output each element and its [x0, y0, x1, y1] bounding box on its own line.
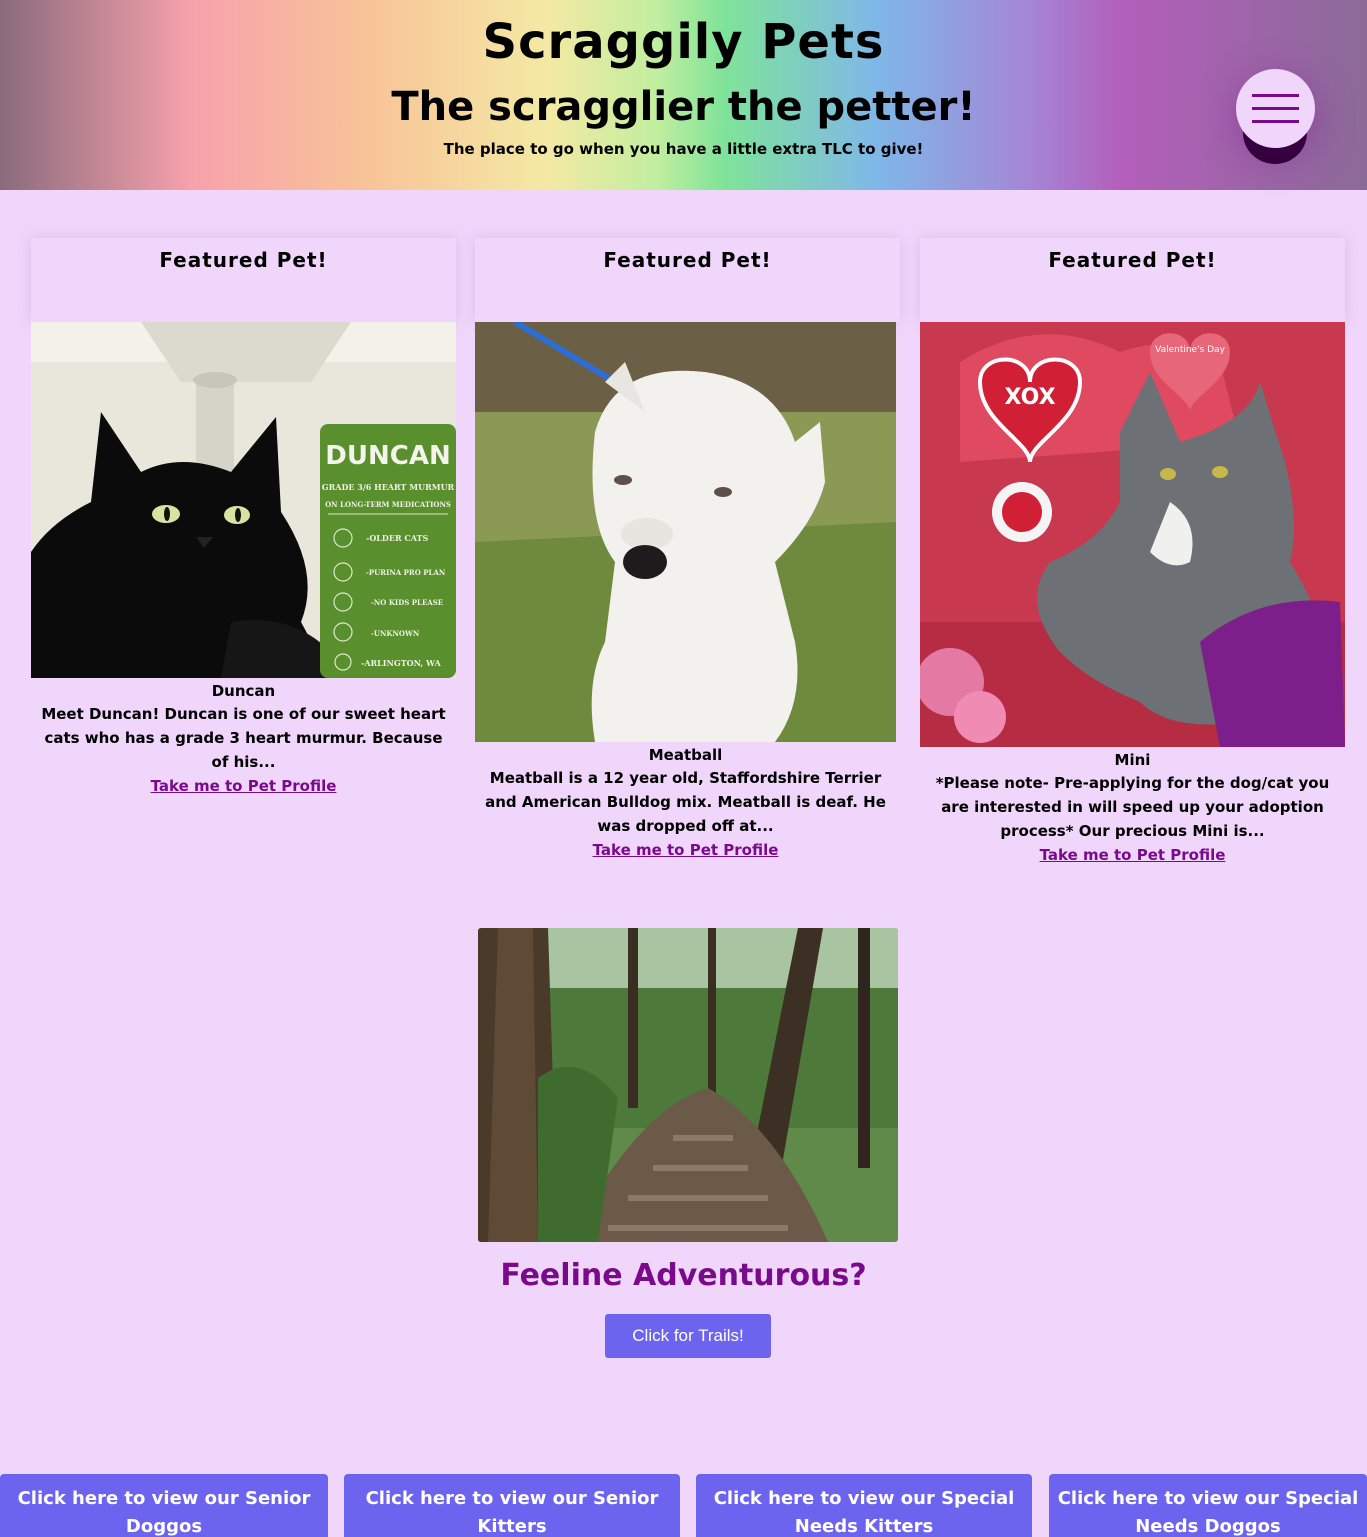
duncan-sign-item: -NO KIDS PLEASE	[371, 598, 443, 607]
featured-pet-card: Featured Pet! DUNCAN GRADE 3/6 HEART MUR…	[31, 238, 456, 798]
mini-heart-text: XOX	[1004, 385, 1055, 410]
featured-pet-card: Featured Pet! Meatball Meatball is a 12 …	[475, 238, 900, 862]
pet-name: Mini	[1114, 751, 1151, 769]
site-header: Scraggily Pets The scragglier the petter…	[0, 0, 1367, 190]
menu-button[interactable]	[1236, 69, 1315, 148]
pet-profile-link[interactable]: Take me to Pet Profile	[593, 838, 779, 862]
pet-photo-duncan: DUNCAN GRADE 3/6 HEART MURMUR ON LONG-TE…	[31, 322, 456, 678]
pet-name: Duncan	[211, 682, 276, 700]
duncan-sign-line2: ON LONG-TERM MEDICATIONS	[325, 500, 451, 509]
pet-description: Meatball is a 12 year old, Staffordshire…	[485, 769, 886, 835]
senior-kitters-button[interactable]: Click here to view our Senior Kitters	[344, 1474, 680, 1537]
pet-description: Meet Duncan! Duncan is one of our sweet …	[41, 705, 446, 771]
pet-profile-link[interactable]: Take me to Pet Profile	[1040, 843, 1226, 867]
duncan-sign-item: -UNKNOWN	[371, 629, 420, 638]
pet-photo-meatball	[475, 322, 896, 742]
featured-pet-heading: Featured Pet!	[31, 238, 456, 322]
pet-name: Meatball	[648, 746, 723, 764]
special-needs-doggos-button[interactable]: Click here to view our Special Needs Dog…	[1049, 1474, 1367, 1537]
featured-pet-heading: Featured Pet!	[475, 238, 900, 322]
senior-doggos-button[interactable]: Click here to view our Senior Doggos	[0, 1474, 328, 1537]
duncan-sign-item: -OLDER CATS	[366, 533, 428, 543]
featured-pet-card: Featured Pet! XOX Valentine's Day Mini *…	[920, 238, 1345, 867]
tagline: The scragglier the petter!	[391, 84, 976, 130]
pet-description: *Please note- Pre-applying for the dog/c…	[935, 774, 1330, 840]
pet-photo-mini: XOX Valentine's Day	[920, 322, 1345, 747]
duncan-sign-line1: GRADE 3/6 HEART MURMUR	[322, 482, 455, 492]
mini-valentine-text: Valentine's Day	[1155, 345, 1225, 355]
special-needs-kitters-button[interactable]: Click here to view our Special Needs Kit…	[696, 1474, 1032, 1537]
duncan-sign-item: -PURINA PRO PLAN	[366, 568, 446, 577]
site-title: Scraggily Pets	[482, 14, 885, 70]
adventure-heading: Feeline Adventurous?	[500, 1258, 867, 1293]
trail-photo	[478, 928, 898, 1242]
featured-pet-heading: Featured Pet!	[920, 238, 1345, 322]
subtagline: The place to go when you have a little e…	[443, 140, 924, 158]
trails-button[interactable]: Click for Trails!	[605, 1314, 771, 1358]
pet-profile-link[interactable]: Take me to Pet Profile	[151, 774, 337, 798]
duncan-sign-item: -ARLINGTON, WA	[361, 658, 441, 668]
duncan-sign-title: DUNCAN	[325, 441, 450, 471]
